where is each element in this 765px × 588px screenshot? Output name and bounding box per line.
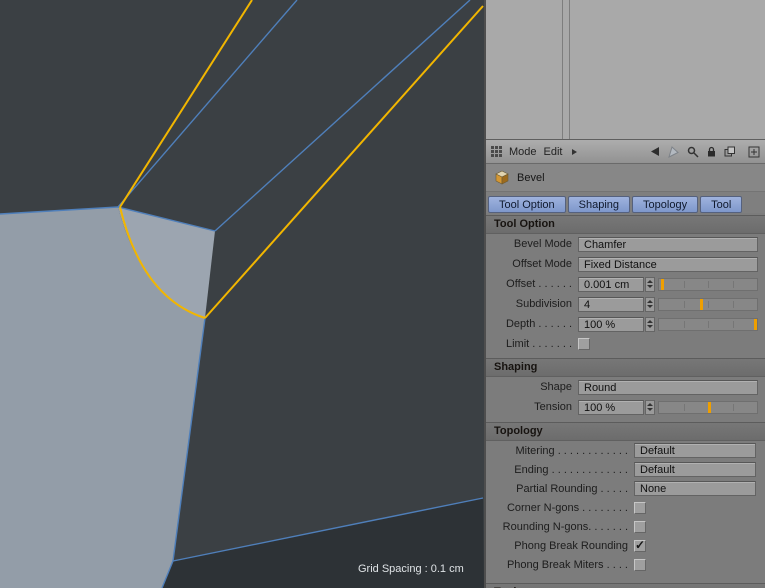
offset-slider[interactable] <box>658 277 758 291</box>
subdivision-spinner[interactable] <box>645 296 655 312</box>
slider-tick <box>732 280 734 288</box>
active-tool-header: Bevel <box>486 164 765 192</box>
divider-line <box>562 0 563 139</box>
tension-spinner[interactable] <box>645 399 655 415</box>
offset-mode-label: Offset Mode <box>512 258 572 270</box>
subdivision-label: Subdivision <box>515 298 572 310</box>
attr-row-tension: Tension 100 % <box>486 397 765 417</box>
application-window: Grid Spacing : 0.1 cm Mode Edit Bevel To… <box>0 0 765 588</box>
offset-spinner[interactable] <box>645 276 655 292</box>
lock-icon[interactable] <box>706 146 717 158</box>
slider-tick <box>683 280 685 288</box>
offset-mode-dropdown[interactable]: Fixed Distance <box>578 256 758 272</box>
phong-break-rounding-label: Phong Break Rounding <box>514 539 628 552</box>
history-back-icon[interactable] <box>649 146 660 157</box>
corner-ngons-checkbox[interactable] <box>634 501 646 514</box>
tab-tool[interactable]: Tool <box>700 196 743 213</box>
phong-break-miters-checkbox[interactable] <box>634 558 646 571</box>
attr-row-offset-mode: Offset Mode Fixed Distance <box>486 254 765 274</box>
slider-marker[interactable] <box>754 318 757 330</box>
section-header-tool-option[interactable]: Tool Option <box>486 215 765 234</box>
viewport-canvas[interactable]: Grid Spacing : 0.1 cm <box>0 0 484 588</box>
ending-label: Ending . . . . . . . . . . . . . <box>514 463 628 476</box>
attr-row-bevel-mode: Bevel Mode Chamfer <box>486 234 765 254</box>
attr-row-mitering: Mitering . . . . . . . . . . . . Default <box>486 441 765 460</box>
attr-row-subdivision: Subdivision 4 <box>486 294 765 314</box>
slider-tick <box>732 403 734 411</box>
attr-row-phong-break-miters: Phong Break Miters . . . . <box>486 555 765 574</box>
slider-marker[interactable] <box>708 401 711 413</box>
slider-tick <box>708 280 709 288</box>
attr-row-depth: Depth . . . . . . 100 % <box>486 314 765 334</box>
offset-input[interactable]: 0.001 cm <box>578 276 644 292</box>
slider-tick <box>732 320 734 328</box>
bevel-cube-icon <box>494 170 510 186</box>
grid-icon[interactable] <box>491 146 502 157</box>
mitering-label: Mitering . . . . . . . . . . . . <box>515 444 628 457</box>
section-header-topology[interactable]: Topology <box>486 422 765 441</box>
section-header-tool[interactable]: Tool <box>486 583 765 588</box>
active-tool-name: Bevel <box>517 171 545 184</box>
bevel-mode-dropdown[interactable]: Chamfer <box>578 236 758 252</box>
search-icon[interactable] <box>687 146 699 158</box>
depth-input[interactable]: 100 % <box>578 316 644 332</box>
mode-menu[interactable]: Mode <box>509 146 537 158</box>
slider-tick <box>708 300 709 308</box>
slider-tick <box>732 300 734 308</box>
attr-row-phong-break-rounding: Phong Break Rounding <box>486 536 765 555</box>
slider-tick <box>683 320 685 328</box>
tab-topology[interactable]: Topology <box>632 196 699 213</box>
tension-label: Tension <box>534 401 572 413</box>
bevel-mode-label: Bevel Mode <box>513 238 572 250</box>
slider-tick <box>708 320 709 328</box>
depth-slider[interactable] <box>658 317 758 331</box>
slider-tick <box>683 403 685 411</box>
rounding-ngons-checkbox[interactable] <box>634 520 646 533</box>
phong-break-rounding-checkbox[interactable] <box>634 538 646 552</box>
tab-shaping[interactable]: Shaping <box>567 196 631 213</box>
partial-rounding-label: Partial Rounding . . . . . <box>516 482 628 495</box>
grid-spacing-status: Grid Spacing : 0.1 cm <box>358 563 464 575</box>
divider-line <box>569 0 570 139</box>
attr-row-corner-ngons: Corner N-gons . . . . . . . . <box>486 498 765 517</box>
history-forward-icon[interactable] <box>667 145 680 158</box>
duplicate-panel-icon[interactable] <box>724 146 736 158</box>
attr-row-rounding-ngons: Rounding N-gons. . . . . . . <box>486 517 765 536</box>
mode-bar: Mode Edit <box>486 140 765 164</box>
add-panel-icon[interactable] <box>748 146 760 158</box>
tension-slider[interactable] <box>658 400 758 414</box>
attr-row-ending: Ending . . . . . . . . . . . . . Default <box>486 460 765 479</box>
edit-menu[interactable]: Edit <box>544 146 563 158</box>
depth-spinner[interactable] <box>645 316 655 332</box>
slider-marker[interactable] <box>660 278 664 290</box>
ending-dropdown[interactable]: Default <box>634 462 756 477</box>
tension-input[interactable]: 100 % <box>578 399 644 415</box>
depth-label: Depth . . . . . . <box>505 318 572 330</box>
attr-row-partial-rounding: Partial Rounding . . . . . None <box>486 479 765 498</box>
attribute-manager-panel: Mode Edit Bevel Tool Option Shaping Topo… <box>484 0 765 588</box>
attr-row-offset: Offset . . . . . . 0.001 cm <box>486 274 765 294</box>
subdivision-slider[interactable] <box>658 297 758 311</box>
menu-arrow-icon[interactable] <box>570 148 578 156</box>
mitering-dropdown[interactable]: Default <box>634 443 756 458</box>
corner-ngons-label: Corner N-gons . . . . . . . . <box>506 501 628 514</box>
offset-label: Offset . . . . . . <box>506 278 572 290</box>
attr-row-shape: Shape Round <box>486 377 765 397</box>
shape-dropdown[interactable]: Round <box>578 379 758 395</box>
rounding-ngons-label: Rounding N-gons. . . . . . . <box>502 520 628 533</box>
viewport[interactable]: Grid Spacing : 0.1 cm <box>0 0 484 588</box>
section-header-shaping[interactable]: Shaping <box>486 358 765 377</box>
limit-label: Limit . . . . . . . <box>505 338 572 350</box>
slider-marker[interactable] <box>700 298 704 310</box>
upper-panel-region[interactable] <box>486 0 765 140</box>
partial-rounding-dropdown[interactable]: None <box>634 481 756 496</box>
attr-row-limit: Limit . . . . . . . <box>486 334 765 354</box>
subdivision-input[interactable]: 4 <box>578 296 644 312</box>
phong-break-miters-label: Phong Break Miters . . . . <box>506 558 628 571</box>
shape-label: Shape <box>540 381 572 393</box>
tab-tool-option[interactable]: Tool Option <box>488 196 566 213</box>
slider-tick <box>683 300 685 308</box>
limit-checkbox[interactable] <box>578 338 590 350</box>
tab-bar: Tool Option Shaping Topology Tool <box>486 192 765 213</box>
